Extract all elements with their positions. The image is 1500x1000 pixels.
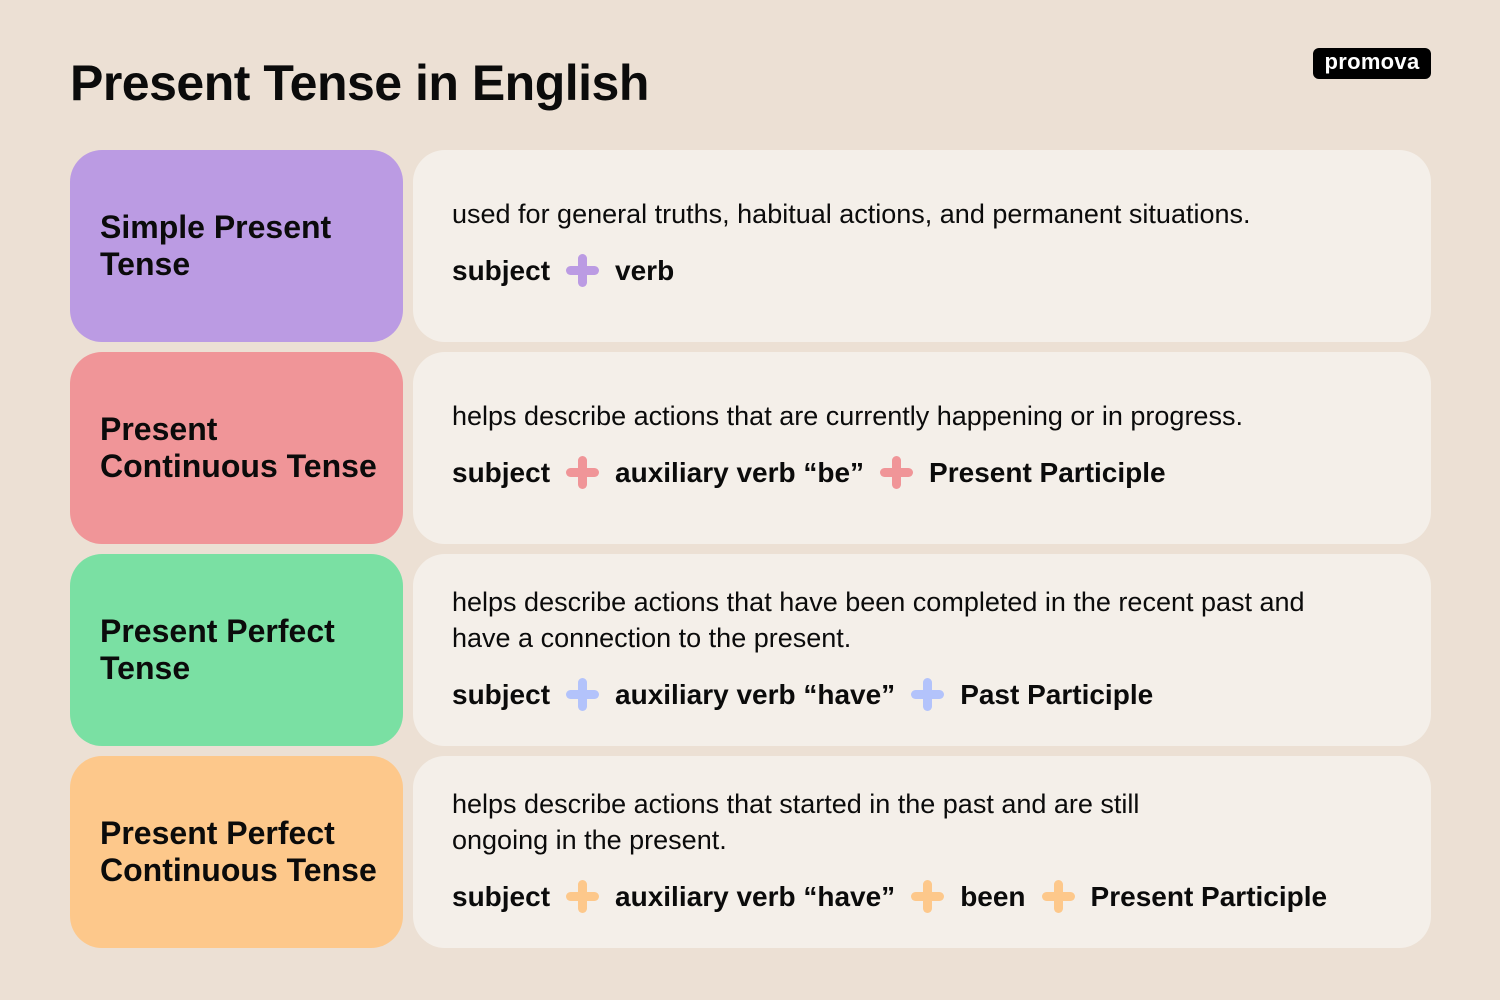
tense-name: Present Perfect Tense [100, 613, 335, 686]
tense-description: helps describe actions that have been co… [452, 587, 1305, 653]
tense-info-card: helps describe actions that started in t… [413, 756, 1431, 948]
formula-part: auxiliary verb “have” [615, 880, 896, 912]
tense-info-card: helps describe actions that have been co… [413, 554, 1431, 746]
tense-info-card: helps describe actions that are currentl… [413, 352, 1431, 544]
formula-part: subject [452, 254, 551, 286]
formula-part: auxiliary verb “be” [615, 456, 865, 488]
plus-icon [1041, 880, 1075, 913]
tense-description: used for general truths, habitual action… [452, 199, 1251, 229]
plus-icon [880, 456, 914, 489]
formula-part: Past Participle [960, 678, 1154, 710]
tense-description: helps describe actions that started in t… [452, 789, 1140, 855]
tense-formula: subject auxiliary verb “have” been Present … [452, 880, 1327, 913]
formula-part: subject [452, 456, 551, 488]
plus-icon [566, 880, 600, 913]
page-title: Present Tense in English [70, 55, 649, 111]
promova-logo: promova [1313, 48, 1431, 79]
tense-formula: subject auxiliary verb “be” Present Partic… [452, 456, 1166, 489]
tense-row: Present Perfect Tense helps describe acti… [70, 554, 1431, 746]
tense-name: Present Perfect Continuous Tense [100, 815, 377, 888]
plus-icon [566, 254, 600, 287]
plus-icon [566, 456, 600, 489]
tense-description: helps describe actions that are currentl… [452, 401, 1243, 431]
tense-row: Present Perfect Continuous Tense helps de… [70, 756, 1431, 948]
formula-part: been [960, 880, 1026, 912]
tense-row: Simple Present Tense used for general tru… [70, 150, 1431, 342]
formula-part: auxiliary verb “have” [615, 678, 896, 710]
plus-icon [911, 678, 945, 711]
tense-label-box: Present Continuous Tense [70, 352, 403, 544]
tense-name: Present Continuous Tense [100, 411, 377, 484]
tense-label-box: Simple Present Tense [70, 150, 403, 342]
tense-info-card: used for general truths, habitual action… [413, 150, 1431, 342]
tense-label-box: Present Perfect Continuous Tense [70, 756, 403, 948]
tense-name: Simple Present Tense [100, 209, 332, 282]
formula-part: verb [615, 254, 675, 286]
formula-part: Present Participle [929, 456, 1166, 488]
plus-icon [911, 880, 945, 913]
formula-part: Present Participle [1090, 880, 1328, 912]
plus-icon [566, 678, 600, 711]
tense-formula: subject verb [452, 254, 674, 287]
tense-row: Present Continuous Tense helps describe a… [70, 352, 1431, 544]
formula-part: subject [452, 678, 551, 710]
formula-part: subject [452, 880, 551, 912]
tense-formula: subject auxiliary verb “have” Past Partici… [452, 678, 1153, 711]
tense-label-box: Present Perfect Tense [70, 554, 403, 746]
